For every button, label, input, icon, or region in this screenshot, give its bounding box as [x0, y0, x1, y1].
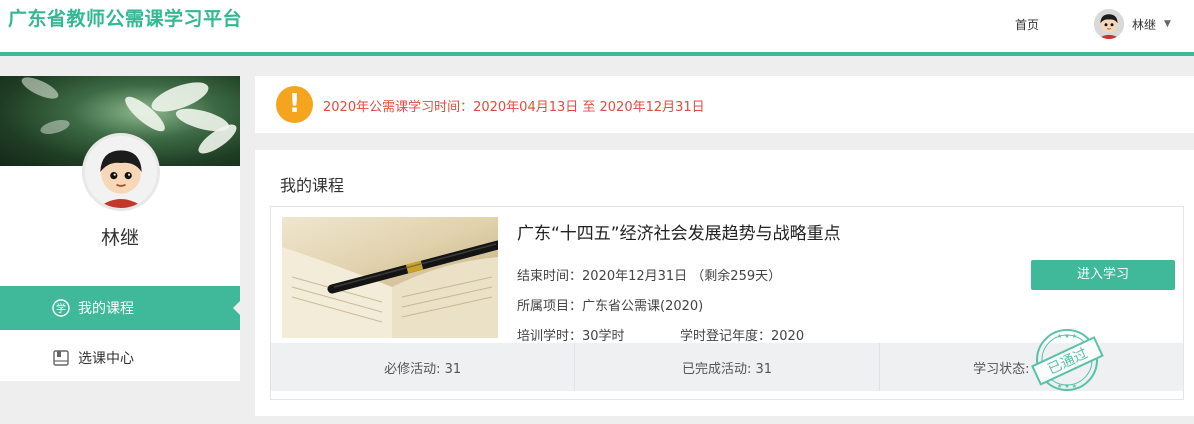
- top-header: 广东省教师公需课学习平台 首页 林继 ▼: [0, 0, 1194, 56]
- enter-study-button[interactable]: 进入学习: [1031, 260, 1175, 290]
- course-project: 所属项目：广东省公需课(2020): [517, 299, 704, 314]
- course-title[interactable]: 广东“十四五”经济社会发展趋势与战略重点: [517, 219, 841, 244]
- nav-home-link[interactable]: 首页: [1015, 16, 1039, 33]
- sidebar-item-label: 我的课程: [78, 301, 134, 317]
- passed-stamp: 已通过 ★ ★ ★ ★ ★ ★: [1029, 322, 1105, 398]
- course-year: 学时登记年度：2020: [680, 329, 805, 344]
- course-end-time: 结束时间：2020年12月31日 （剩余259天）: [517, 269, 782, 284]
- section-title: 我的课程: [280, 176, 345, 195]
- svg-text:★ ★ ★: ★ ★ ★: [1057, 333, 1077, 340]
- avatar: [1094, 9, 1124, 39]
- svg-text:★ ★ ★: ★ ★ ★: [1057, 383, 1077, 390]
- notice-text: 2020年公需课学习时间：2020年04月13日 至 2020年12月31日: [323, 100, 705, 115]
- my-courses-panel: 我的课程 广东“十四五”经济社会发展趋势与战略重点 结束时间：2020年12月3…: [255, 150, 1194, 416]
- study-period-notice: ! 2020年公需课学习时间：2020年04月13日 至 2020年12月31日: [255, 76, 1194, 133]
- profile-avatar: [82, 133, 160, 211]
- sidebar-item-label: 选课中心: [78, 351, 134, 367]
- study-icon: 学: [52, 299, 70, 317]
- warning-icon: !: [276, 86, 313, 123]
- course-hours: 培训学时：30学时: [517, 329, 625, 344]
- svg-text:学: 学: [56, 302, 66, 315]
- course-thumbnail[interactable]: [282, 217, 498, 338]
- profile-name: 林继: [100, 227, 139, 249]
- required-activities: 必修活动: 31: [271, 343, 576, 391]
- completed-activities: 已完成活动: 31: [575, 343, 880, 391]
- course-card: 广东“十四五”经济社会发展趋势与战略重点 结束时间：2020年12月31日 （剩…: [270, 206, 1184, 400]
- book-icon: [52, 349, 70, 367]
- user-name: 林继: [1132, 17, 1157, 32]
- sidebar: 林继 学 我的课程 选课中心: [0, 76, 240, 381]
- site-logo[interactable]: 广东省教师公需课学习平台: [8, 4, 242, 31]
- study-status-label: 学习状态:: [973, 361, 1030, 377]
- user-menu[interactable]: 林继 ▼: [1094, 9, 1171, 39]
- chevron-down-icon: ▼: [1164, 19, 1171, 29]
- sidebar-item-course-center[interactable]: 选课中心: [0, 336, 240, 380]
- sidebar-item-my-courses[interactable]: 学 我的课程: [0, 286, 240, 330]
